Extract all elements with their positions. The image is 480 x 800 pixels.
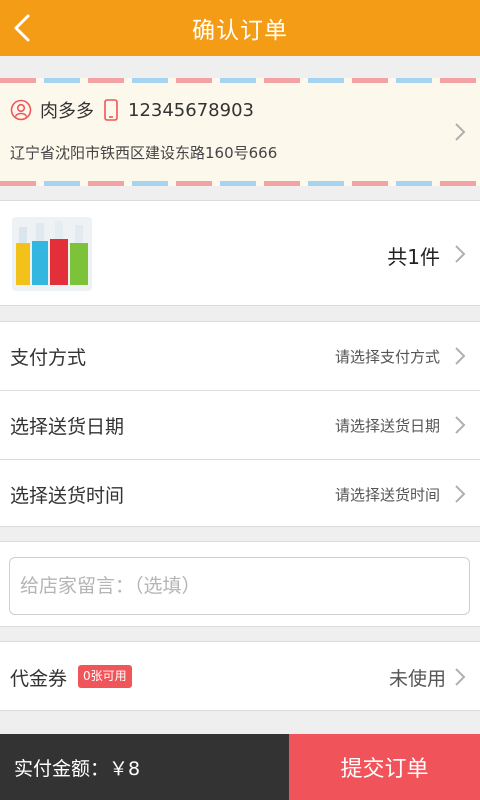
recipient-phone: 12345678903 bbox=[128, 99, 254, 121]
goods-count: 共1件 bbox=[387, 245, 440, 269]
goods-summary[interactable]: 共1件 bbox=[0, 200, 480, 306]
delivery-time-label: 选择送货时间 bbox=[10, 484, 125, 507]
user-icon bbox=[10, 99, 32, 121]
shop-note-input[interactable] bbox=[9, 557, 470, 615]
order-options: 支付方式 请选择支付方式 选择送货日期 请选择送货日期 选择送货时间 请选择送货… bbox=[0, 321, 480, 527]
voucher-label: 代金券 bbox=[10, 668, 68, 690]
payment-method-row[interactable]: 支付方式 请选择支付方式 bbox=[0, 322, 480, 390]
payment-method-value: 请选择支付方式 bbox=[334, 347, 440, 366]
address-detail: 辽宁省沈阳市铁西区建设东路160号666 bbox=[10, 144, 278, 162]
address-card[interactable]: 肉多多 12345678903 辽宁省沈阳市铁西区建设东路160号666 bbox=[0, 78, 480, 186]
airmail-stripe-bottom bbox=[0, 181, 480, 186]
header-bar: 确认订单 bbox=[0, 0, 480, 56]
delivery-date-value: 请选择送货日期 bbox=[334, 416, 440, 435]
chevron-right-icon bbox=[455, 485, 466, 503]
delivery-time-row[interactable]: 选择送货时间 请选择送货时间 bbox=[0, 460, 480, 528]
phone-icon bbox=[104, 99, 118, 121]
submit-order-button[interactable]: 提交订单 bbox=[289, 734, 480, 800]
chevron-right-icon bbox=[455, 123, 466, 141]
total-amount: 实付金额：￥8 bbox=[0, 734, 289, 800]
delivery-date-label: 选择送货日期 bbox=[10, 415, 125, 438]
chevron-right-icon bbox=[455, 416, 466, 434]
product-thumbnail bbox=[12, 217, 92, 291]
voucher-row[interactable]: 代金券 0张可用 未使用 bbox=[0, 641, 480, 711]
payment-method-label: 支付方式 bbox=[10, 346, 87, 369]
voucher-available-badge: 0张可用 bbox=[78, 665, 132, 688]
chevron-right-icon bbox=[455, 347, 466, 365]
note-section bbox=[0, 541, 480, 627]
address-contact-row: 肉多多 12345678903 bbox=[10, 98, 254, 122]
chevron-right-icon bbox=[455, 668, 466, 686]
back-arrow-icon[interactable] bbox=[10, 12, 38, 44]
delivery-date-row[interactable]: 选择送货日期 请选择送货日期 bbox=[0, 391, 480, 459]
airmail-stripe-top bbox=[0, 78, 480, 83]
recipient-name: 肉多多 bbox=[40, 101, 94, 122]
delivery-time-value: 请选择送货时间 bbox=[334, 485, 440, 504]
chevron-right-icon bbox=[455, 245, 466, 263]
page-title: 确认订单 bbox=[192, 18, 288, 44]
voucher-status: 未使用 bbox=[388, 668, 446, 690]
checkout-bar: 实付金额：￥8 提交订单 bbox=[0, 734, 480, 800]
